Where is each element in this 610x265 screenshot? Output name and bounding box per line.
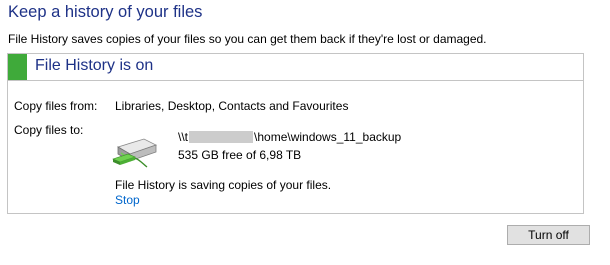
stop-link[interactable]: Stop xyxy=(115,193,140,207)
drive-path-prefix: \\t xyxy=(178,130,189,144)
status-panel: File History is on Copy files from: Libr… xyxy=(7,53,584,214)
status-title: File History is on xyxy=(35,57,154,74)
turn-off-button[interactable]: Turn off xyxy=(507,225,590,245)
page-description: File History saves copies of your files … xyxy=(8,32,487,46)
saving-status-text: File History is saving copies of your fi… xyxy=(115,178,332,192)
copy-to-label: Copy files to: xyxy=(14,123,84,137)
status-header: File History is on xyxy=(8,54,583,81)
copy-from-value: Libraries, Desktop, Contacts and Favouri… xyxy=(115,99,349,113)
drive-path-suffix: \home\windows_11_backup xyxy=(254,130,402,144)
status-indicator-bar xyxy=(8,54,27,80)
drive-free-space: 535 GB free of 6,98 TB xyxy=(178,148,302,162)
copy-from-label: Copy files from: xyxy=(14,99,98,113)
external-drive-icon xyxy=(112,138,158,168)
redacted-server-name xyxy=(189,131,254,143)
drive-path: \\t \home\windows_11_backup xyxy=(178,130,401,144)
page-title: Keep a history of your files xyxy=(8,3,203,21)
